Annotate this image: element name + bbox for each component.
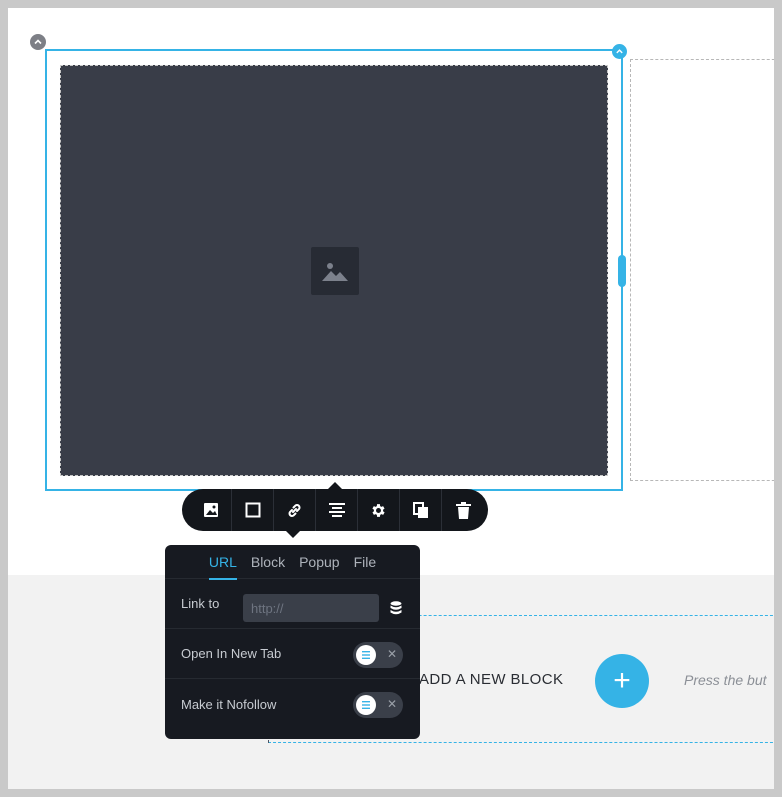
link-to-label: Link to <box>181 596 220 611</box>
menu-icon <box>362 651 370 659</box>
editor-canvas: ADD A NEW BLOCK + Press the but URL Bloc… <box>8 8 774 789</box>
chevron-up-icon <box>34 39 42 45</box>
adjacent-column[interactable] <box>630 59 774 481</box>
link-type-tabs: URL Block Popup File <box>165 545 420 580</box>
close-icon: ✕ <box>387 647 398 661</box>
link-to-row: Link to <box>165 579 420 629</box>
database-icon[interactable] <box>389 601 403 615</box>
gear-icon <box>372 503 385 517</box>
border-button[interactable] <box>232 489 274 531</box>
tab-url[interactable]: URL <box>208 554 237 580</box>
add-block-label: ADD A NEW BLOCK <box>419 671 564 688</box>
add-block-button[interactable]: + <box>595 654 649 708</box>
settings-button[interactable] <box>358 489 400 531</box>
image-toolbar <box>182 482 488 538</box>
nofollow-toggle[interactable]: ✕ <box>353 692 403 718</box>
chevron-up-icon <box>616 49 623 54</box>
image-placeholder[interactable] <box>60 65 608 476</box>
tab-block[interactable]: Block <box>251 554 285 578</box>
trash-icon <box>455 501 471 519</box>
tab-popup[interactable]: Popup <box>299 554 339 578</box>
align-center-icon <box>328 503 345 517</box>
image-settings-button[interactable] <box>190 489 232 531</box>
image-icon <box>203 503 218 517</box>
open-new-tab-toggle[interactable]: ✕ <box>353 642 403 668</box>
align-button[interactable] <box>316 489 358 531</box>
link-settings-panel: URL Block Popup File Link to Open In New… <box>165 545 420 739</box>
duplicate-button[interactable] <box>400 489 442 531</box>
column-toggle-handle[interactable] <box>612 44 627 59</box>
border-icon <box>245 502 260 518</box>
collapse-section-button[interactable] <box>30 34 46 50</box>
url-input[interactable] <box>243 594 379 622</box>
menu-icon <box>362 701 370 709</box>
open-new-tab-label: Open In New Tab <box>181 646 282 661</box>
link-button[interactable] <box>274 489 316 531</box>
nofollow-row: Make it Nofollow ✕ <box>165 679 420 729</box>
image-icon <box>311 247 359 295</box>
open-new-tab-row: Open In New Tab ✕ <box>165 629 420 679</box>
add-block-hint: Press the but <box>684 672 767 688</box>
toggle-knob <box>356 645 376 665</box>
link-icon <box>288 503 301 517</box>
tab-file[interactable]: File <box>354 554 377 578</box>
column-resize-handle[interactable] <box>618 255 626 287</box>
close-icon: ✕ <box>387 697 398 711</box>
plus-icon: + <box>613 664 631 697</box>
duplicate-icon <box>412 501 428 518</box>
delete-button[interactable] <box>442 489 484 531</box>
toggle-knob <box>356 695 376 715</box>
nofollow-label: Make it Nofollow <box>181 696 277 712</box>
